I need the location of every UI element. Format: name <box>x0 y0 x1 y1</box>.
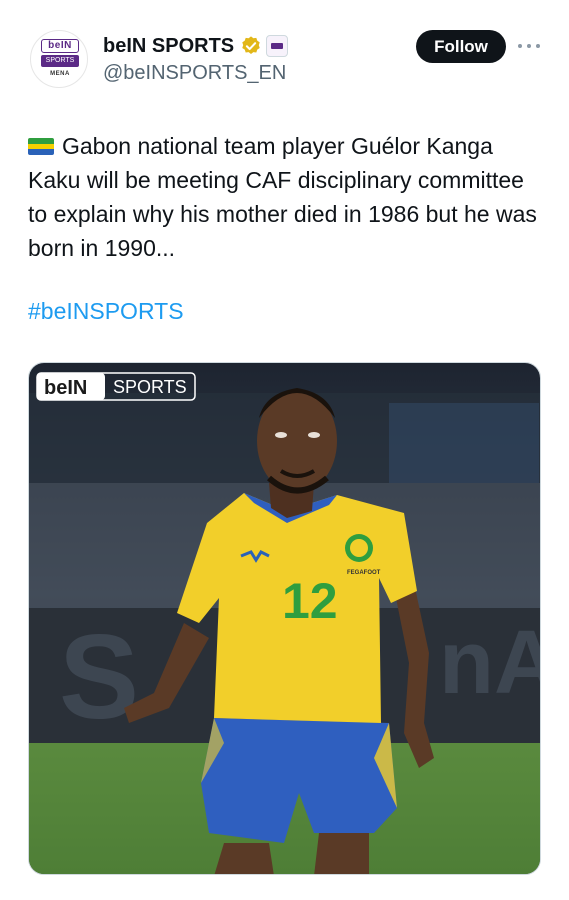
avatar[interactable]: beIN SPORTS MENA <box>30 30 88 88</box>
display-name[interactable]: beIN SPORTS <box>103 35 234 58</box>
watermark-sub: SPORTS <box>113 377 187 397</box>
watermark-word: beIN <box>44 377 87 399</box>
affiliate-badge-icon <box>266 35 289 57</box>
tweet-body: Gabon national team player Guélor Kanga … <box>28 129 548 265</box>
avatar-region: MENA <box>50 71 70 77</box>
svg-text:nA: nA <box>439 613 541 713</box>
name-row: beIN SPORTS <box>103 32 289 60</box>
gabon-flag-icon <box>28 138 54 155</box>
bein-sports-watermark: beIN SPORTS <box>36 372 196 401</box>
gold-verified-badge-icon <box>242 36 260 54</box>
tweet-header: beIN SPORTS MENA beIN SPORTS @beINSPORTS… <box>0 0 569 100</box>
tweet-text: Gabon national team player Guélor Kanga … <box>28 133 537 261</box>
tweet-media-image[interactable]: S nA 12 FEGAFOOT <box>28 362 541 875</box>
account-handle[interactable]: @beINSPORTS_EN <box>103 62 286 85</box>
jersey-number: 12 <box>282 573 338 629</box>
player-photo: S nA 12 FEGAFOOT <box>29 363 541 874</box>
avatar-logo-sub: SPORTS <box>41 55 79 67</box>
svg-text:S: S <box>59 610 139 744</box>
hashtag-link[interactable]: #beINSPORTS <box>28 298 184 325</box>
jersey-crest-text: FEGAFOOT <box>347 570 381 576</box>
more-options-icon[interactable] <box>518 38 540 54</box>
follow-button[interactable]: Follow <box>416 30 506 63</box>
avatar-logo-word: beIN <box>41 39 79 53</box>
